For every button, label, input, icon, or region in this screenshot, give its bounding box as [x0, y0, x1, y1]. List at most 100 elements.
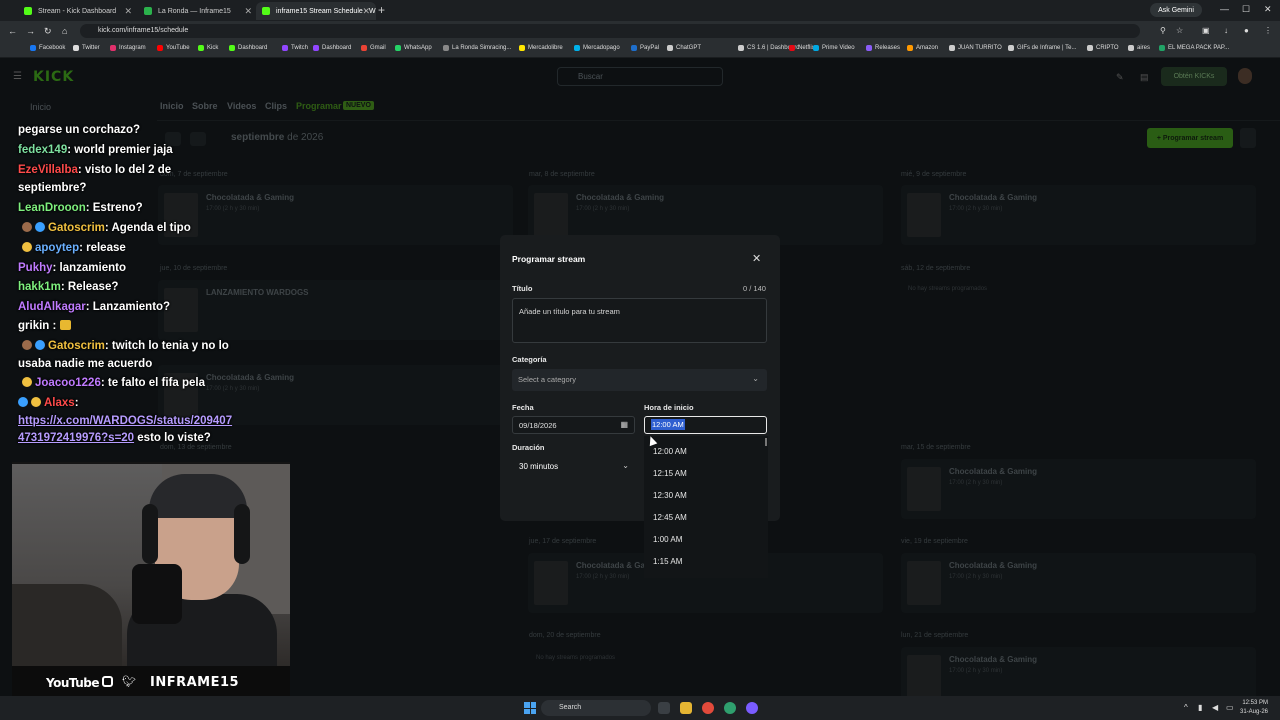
event-card[interactable]: Chocolatada & Gaming 17:00 (2 h y 30 min)	[158, 185, 513, 245]
chat-link[interactable]: https://x.com/WARDOGS/status/209407	[18, 415, 232, 427]
app-icon[interactable]	[746, 702, 758, 714]
get-kicks-button[interactable]: Obtén KICKs	[1161, 67, 1227, 86]
bookmark-item[interactable]: Mercadolibre	[519, 45, 563, 51]
kick-logo[interactable]: KICK	[33, 69, 74, 85]
bookmark-item[interactable]: JUAN TURRITO	[949, 45, 1002, 51]
time-option[interactable]: 1:15 AM	[653, 557, 682, 566]
volume-icon[interactable]: ◀	[1212, 703, 1218, 712]
chat-message: Gatoscrim: Agenda el tipo	[22, 222, 191, 234]
bookmark-item[interactable]: Netflix	[789, 45, 815, 51]
chat-link[interactable]: 4731972419976?s=20	[18, 432, 134, 444]
taskbar-clock[interactable]: 12:53 PM 31-Aug-26	[1240, 699, 1268, 717]
date-input[interactable]: 09/18/2026 ▦	[512, 416, 635, 434]
minimize-icon[interactable]: —	[1220, 4, 1229, 14]
bookmark-item[interactable]: PayPal	[631, 45, 659, 51]
bookmark-item[interactable]: ChatGPT	[667, 45, 701, 51]
close-icon[interactable]: ✕	[362, 6, 370, 17]
tab-clips[interactable]: Clips	[265, 101, 287, 111]
windows-start-icon[interactable]	[524, 702, 536, 714]
time-option[interactable]: 12:00 AM	[653, 447, 687, 456]
network-icon[interactable]: ▮	[1198, 703, 1202, 712]
bookmark-item[interactable]: Prime Video	[813, 45, 855, 51]
tab-videos[interactable]: Videos	[227, 101, 256, 111]
inbox-icon[interactable]: ▤	[1140, 72, 1149, 83]
bookmark-item[interactable]: Amazon	[907, 45, 938, 51]
browser-tab[interactable]: La Ronda — Inframe15 ✕	[138, 2, 258, 20]
event-title: Chocolatada & Gaming	[949, 655, 1038, 664]
forward-icon[interactable]: →	[26, 26, 35, 36]
close-icon[interactable]: ✕	[124, 6, 132, 17]
downloads-icon[interactable]: ↓	[1224, 26, 1228, 35]
search-input[interactable]: Buscar	[557, 67, 723, 86]
tab-programar[interactable]: Programar	[296, 101, 342, 111]
reload-icon[interactable]: ↻	[44, 26, 52, 37]
bookmark-item[interactable]: aires	[1128, 45, 1150, 51]
close-window-icon[interactable]: ✕	[1264, 4, 1272, 15]
browser-tab[interactable]: Stream - Kick Dashboard ✕	[18, 2, 138, 20]
event-title: LANZAMIENTO WARDOGS	[206, 288, 309, 297]
new-tab-button[interactable]: +	[378, 3, 385, 17]
bookmark-item[interactable]: Facebook	[30, 45, 65, 51]
duration-select[interactable]: 30 minutos ⌄	[512, 458, 635, 476]
time-option[interactable]: 12:30 AM	[653, 491, 687, 500]
taskbar-search[interactable]: Search	[541, 700, 651, 716]
bookmark-item[interactable]: Twitter	[73, 45, 100, 51]
browser-tab-active[interactable]: inframe15 Stream Schedule - W ✕	[256, 2, 376, 20]
creator-icon[interactable]: ✎	[1116, 72, 1124, 83]
menu-icon[interactable]: ⋮	[1264, 26, 1272, 35]
ask-gemini-button[interactable]: Ask Gemini	[1150, 3, 1202, 17]
time-option[interactable]: 12:15 AM	[653, 469, 687, 478]
event-card[interactable]: Chocolatada & Gaming 17:00 (2 h y 30 min)	[901, 459, 1256, 519]
bookmark-item[interactable]: EL MEGA PACK PAP...	[1159, 45, 1229, 51]
start-time-input[interactable]: 12:00 AM	[644, 416, 767, 434]
bookmark-item[interactable]: Gmail	[361, 45, 386, 51]
bookmark-item[interactable]: Kick	[198, 45, 218, 51]
file-explorer-icon[interactable]	[680, 702, 692, 714]
close-icon[interactable]: ✕	[244, 6, 252, 17]
stream-title-input[interactable]: Añade un título para tu stream	[512, 298, 767, 343]
bookmark-item[interactable]: La Ronda Simracing...	[443, 45, 511, 51]
bookmark-item[interactable]: Releases	[866, 45, 900, 51]
task-view-icon[interactable]	[658, 702, 670, 714]
bookmark-item[interactable]: WhatsApp	[395, 45, 432, 51]
maximize-icon[interactable]: ☐	[1242, 4, 1250, 15]
event-card[interactable]: LANZAMIENTO WARDOGS	[158, 280, 513, 340]
bookmark-favicon-icon	[866, 45, 872, 51]
bookmark-item[interactable]: Dashboard	[313, 45, 351, 51]
tab-inicio[interactable]: Inicio	[160, 101, 184, 111]
scrollbar[interactable]	[765, 438, 767, 446]
share-button[interactable]	[1240, 128, 1256, 148]
back-icon[interactable]: ←	[8, 26, 17, 36]
event-card[interactable]: Chocolatada & Gaming 17:00 (2 h y 30 min)	[901, 185, 1256, 245]
bookmark-item[interactable]: Twitch	[282, 45, 308, 51]
zoom-icon[interactable]: ⚲	[1160, 26, 1166, 35]
calendar-icon[interactable]: ▦	[620, 420, 628, 429]
tray-chevron-icon[interactable]: ^	[1184, 703, 1188, 712]
schedule-stream-button[interactable]: + Programar stream	[1147, 128, 1233, 148]
tab-sobre[interactable]: Sobre	[192, 101, 218, 111]
chrome-icon[interactable]	[702, 702, 714, 714]
profile-icon[interactable]: ●	[1244, 26, 1249, 35]
edge-icon[interactable]	[724, 702, 736, 714]
bookmark-item[interactable]: Instagram	[110, 45, 146, 51]
bookmark-item[interactable]: CRIPTO	[1087, 45, 1119, 51]
time-option[interactable]: 12:45 AM	[653, 513, 687, 522]
extensions-icon[interactable]: ▣	[1202, 26, 1210, 35]
time-option[interactable]: 1:00 AM	[653, 535, 682, 544]
home-icon[interactable]: ⌂	[62, 26, 67, 36]
battery-icon[interactable]: ▭	[1226, 703, 1234, 712]
sidebar-item-home[interactable]: Inicio	[30, 102, 51, 112]
bookmark-item[interactable]: YouTube	[157, 45, 190, 51]
next-month-button[interactable]	[190, 132, 206, 146]
category-select[interactable]: Select a category ⌄	[512, 369, 767, 391]
close-icon[interactable]: ✕	[752, 252, 761, 265]
event-time: 17:00 (2 h y 30 min)	[576, 574, 630, 580]
avatar[interactable]	[1238, 68, 1252, 84]
url-bar[interactable]: kick.com/inframe15/schedule	[80, 24, 1140, 38]
bookmark-item[interactable]: Mercadopago	[574, 45, 620, 51]
star-icon[interactable]: ☆	[1176, 26, 1183, 35]
bookmark-item[interactable]: Dashboard	[229, 45, 267, 51]
bookmark-item[interactable]: GIFs de Inframe | Te...	[1008, 45, 1076, 51]
event-card[interactable]: Chocolatada & Gaming 17:00 (2 h y 30 min)	[901, 553, 1256, 613]
menu-icon[interactable]: ☰	[13, 71, 22, 82]
